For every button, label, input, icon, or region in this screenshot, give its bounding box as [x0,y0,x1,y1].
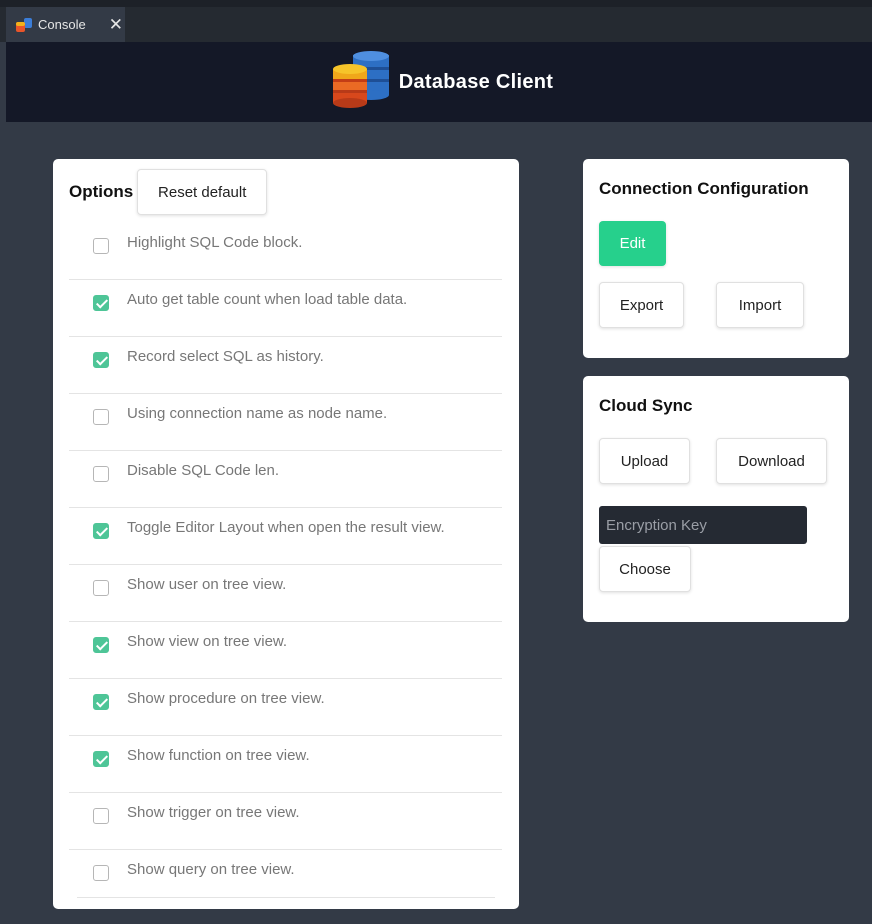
option-label: Using connection name as node name. [127,405,388,422]
options-list: Highlight SQL Code block. Auto get table… [69,223,502,907]
option-checkbox[interactable] [93,238,109,254]
cloud-sync-title: Cloud Sync [599,396,693,415]
option-row: Using connection name as node name. [69,394,502,451]
options-panel: Options Reset default Highlight SQL Code… [53,159,519,909]
option-row: Highlight SQL Code block. [69,223,502,280]
app-title: Database Client [398,70,554,93]
close-icon[interactable]: ✕ [109,16,123,33]
option-row: Toggle Editor Layout when open the resul… [69,508,502,565]
cloud-sync-card: Cloud Sync Upload Download Choose [583,376,849,622]
options-header: Options Reset default [69,169,268,215]
option-label: Show view on tree view. [127,633,288,650]
option-checkbox-checked[interactable] [93,523,109,539]
option-checkbox[interactable] [93,808,109,824]
edit-button[interactable]: Edit [599,221,666,266]
app-header: Database Client [6,42,872,122]
option-row: Show function on tree view. [69,736,502,793]
options-title: Options [69,182,134,201]
connection-card: Connection Configuration Edit Export Imp… [583,159,849,358]
database-icon [16,17,32,32]
option-label: Show user on tree view. [127,576,287,593]
option-row: Show procedure on tree view. [69,679,502,736]
option-row: Show trigger on tree view. [69,793,502,850]
option-row: Show user on tree view. [69,565,502,622]
export-button[interactable]: Export [599,282,684,328]
brand: Database Client [331,50,554,114]
reset-default-button[interactable]: Reset default [137,169,268,215]
option-checkbox[interactable] [93,409,109,425]
option-label: Auto get table count when load table dat… [127,291,408,308]
option-label: Highlight SQL Code block. [127,234,303,251]
tab-strip: Console ✕ [0,0,872,42]
tab-console[interactable]: Console ✕ [6,7,125,42]
option-row: Auto get table count when load table dat… [69,280,502,337]
option-row: Show view on tree view. [69,622,502,679]
option-checkbox-checked[interactable] [93,751,109,767]
download-button[interactable]: Download [716,438,827,484]
upload-button[interactable]: Upload [599,438,690,484]
option-checkbox-checked[interactable] [93,352,109,368]
option-row: Disable SQL Code len. [69,451,502,508]
option-row: Show query on tree view. [69,850,502,907]
option-label: Record select SQL as history. [127,348,324,365]
divider [77,897,495,898]
option-label: Show query on tree view. [127,861,295,878]
option-checkbox-checked[interactable] [93,295,109,311]
tab-label: Console [38,17,86,32]
option-checkbox[interactable] [93,865,109,881]
option-checkbox-checked[interactable] [93,637,109,653]
option-checkbox[interactable] [93,466,109,482]
database-stack-logo [331,50,391,114]
option-checkbox-checked[interactable] [93,694,109,710]
option-row: Record select SQL as history. [69,337,502,394]
option-checkbox[interactable] [93,580,109,596]
option-label: Toggle Editor Layout when open the resul… [127,519,445,536]
import-button[interactable]: Import [716,282,804,328]
option-label: Show trigger on tree view. [127,804,300,821]
option-label: Show function on tree view. [127,747,310,764]
connection-title: Connection Configuration [599,179,809,198]
option-label: Disable SQL Code len. [127,462,280,479]
option-label: Show procedure on tree view. [127,690,325,707]
choose-button[interactable]: Choose [599,546,691,592]
encryption-key-input[interactable] [599,506,807,544]
